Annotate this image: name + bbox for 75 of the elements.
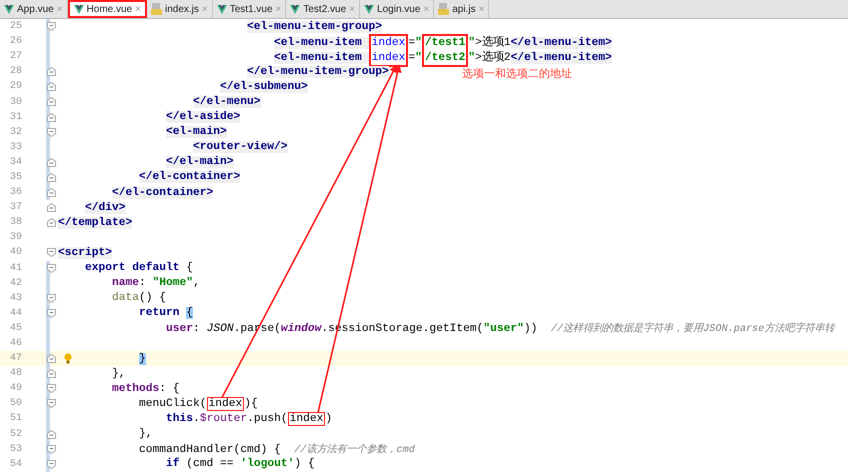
line-number: 31 xyxy=(8,112,22,123)
fold-marker-icon[interactable] xyxy=(47,264,56,272)
fold-marker-icon[interactable] xyxy=(47,294,56,303)
fold-marker-icon[interactable] xyxy=(47,67,56,76)
line-number: 35 xyxy=(8,172,22,183)
line-number: 29 xyxy=(8,81,22,92)
line-number: 40 xyxy=(8,247,22,258)
fold-marker-icon[interactable] xyxy=(47,369,56,378)
line-number: 43 xyxy=(8,292,22,304)
line-number: 53 xyxy=(8,444,22,455)
line-number: 52 xyxy=(8,428,22,440)
line-number: 50 xyxy=(8,398,22,410)
line-number: 38 xyxy=(8,217,22,228)
fold-marker-icon[interactable] xyxy=(47,430,56,439)
fold-marker-icon[interactable] xyxy=(47,354,56,364)
fold-marker-icon[interactable] xyxy=(47,218,56,228)
vue-logo-icon xyxy=(74,4,84,14)
code-line: return { xyxy=(138,307,194,320)
fold-marker-icon[interactable] xyxy=(47,460,56,469)
code-line: methods: { xyxy=(111,382,180,395)
line-number: 39 xyxy=(8,232,22,244)
fold-marker-icon[interactable] xyxy=(47,22,56,31)
fold-marker-icon[interactable] xyxy=(47,82,56,92)
line-number: 49 xyxy=(8,383,22,394)
code-line: commandHandler(cmd) { //该方法有一个参数，cmd xyxy=(138,442,415,456)
annotation-note: 选项一和选项二的地址 xyxy=(462,67,572,81)
code-line: data() { xyxy=(111,292,166,304)
line-number: 36 xyxy=(8,187,22,198)
fold-marker-icon[interactable] xyxy=(47,203,56,212)
line-number: 30 xyxy=(8,96,22,108)
fold-marker-icon[interactable] xyxy=(47,172,56,182)
line-number: 51 xyxy=(8,413,22,424)
code-line: this.$router.push( index ) xyxy=(165,412,332,425)
code-line: menuClick( index ){ xyxy=(138,398,258,410)
code-line: export default { xyxy=(84,262,194,274)
fold-marker-icon[interactable] xyxy=(47,384,56,394)
code-line: <el-menu-item index =" /test1 ">选项1</el-menu-item> xyxy=(58,34,612,50)
line-number: 37 xyxy=(8,202,22,214)
fold-marker-icon[interactable] xyxy=(47,128,56,137)
lightbulb-icon[interactable] xyxy=(64,353,72,364)
line-number: 41 xyxy=(8,262,22,274)
line-number: 46 xyxy=(8,338,22,350)
fold-marker-icon[interactable] xyxy=(47,308,56,318)
vue-logo-icon xyxy=(290,4,300,14)
vue-logo-icon xyxy=(364,4,374,14)
line-number: 47 xyxy=(8,353,22,364)
js-file-icon xyxy=(150,3,162,15)
fold-marker-icon[interactable] xyxy=(47,399,56,408)
fold-marker-icon[interactable] xyxy=(47,112,56,122)
line-number: 32 xyxy=(8,126,22,138)
line-number: 33 xyxy=(8,142,22,153)
code-line: }, xyxy=(138,428,153,440)
line-number: 25 xyxy=(8,21,22,32)
fold-marker-icon[interactable] xyxy=(47,444,56,454)
file-tab[interactable]: Home.vue × xyxy=(68,0,147,18)
fold-marker-icon[interactable] xyxy=(47,97,56,106)
line-number: 28 xyxy=(8,66,22,78)
vue-logo-icon xyxy=(4,4,14,14)
code-line: name: "Home", xyxy=(111,277,200,290)
line-number: 27 xyxy=(8,51,22,62)
line-number: 48 xyxy=(8,368,22,380)
code-line: if (cmd == 'logout') { xyxy=(165,458,315,470)
line-number: 45 xyxy=(8,322,22,334)
js-file-icon xyxy=(438,3,450,15)
line-number: 54 xyxy=(8,458,22,470)
line-number: 44 xyxy=(8,308,22,319)
code-line: }, xyxy=(111,368,126,380)
line-number: 42 xyxy=(8,278,22,289)
line-number: 26 xyxy=(8,36,22,48)
fold-marker-icon[interactable] xyxy=(47,158,56,167)
file-tab[interactable]: Test1.vue × xyxy=(212,0,286,18)
line-number: 34 xyxy=(8,156,22,168)
fold-marker-icon[interactable] xyxy=(47,188,56,198)
fold-marker-icon[interactable] xyxy=(47,248,56,258)
vue-logo-icon xyxy=(216,4,227,14)
